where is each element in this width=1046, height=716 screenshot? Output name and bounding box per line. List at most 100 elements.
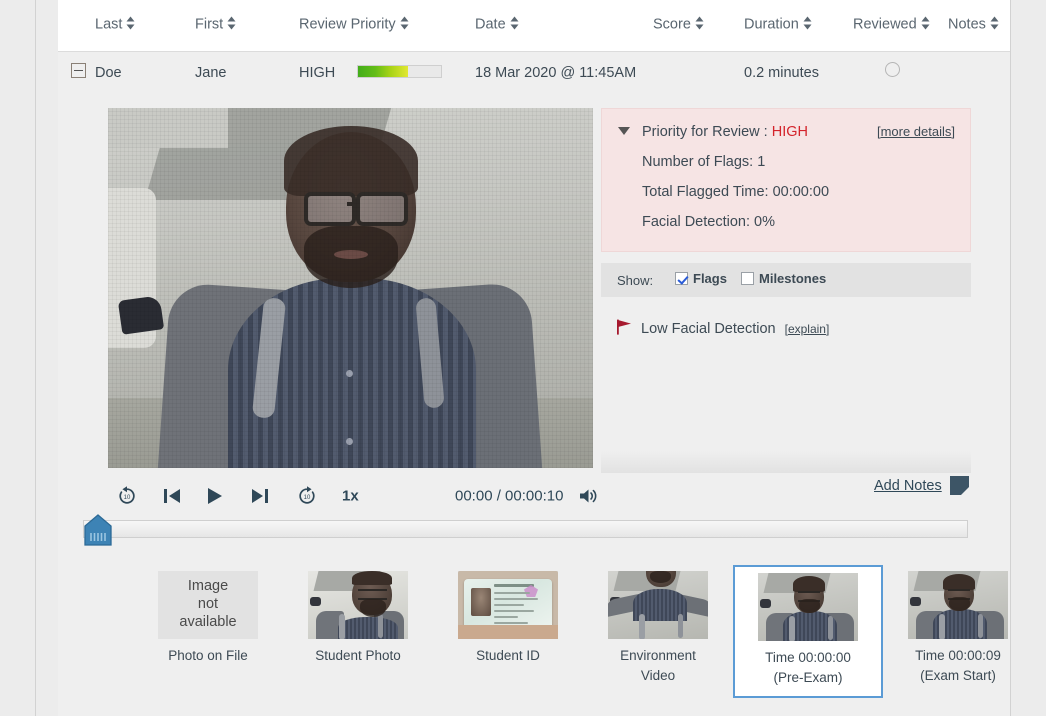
na-line-3: available xyxy=(179,613,237,630)
thumbnail-strip: Image not available Photo on File Studen… xyxy=(83,565,1008,705)
priority-summary-box: Priority for Review : HIGH [more details… xyxy=(601,108,971,252)
expanded-detail-panel: 10 10 1x 00:00 / 00:00:10 Add Notes Prio… xyxy=(58,95,1010,716)
sort-icon[interactable] xyxy=(227,16,236,30)
priority-meter xyxy=(357,65,442,78)
next-icon[interactable] xyxy=(250,487,270,505)
chevron-down-icon[interactable] xyxy=(618,127,630,135)
column-header-score[interactable]: Score xyxy=(653,16,704,33)
video-frame[interactable] xyxy=(108,108,593,468)
priority-for-review-line: Priority for Review : HIGH xyxy=(642,124,808,140)
thumbnail-student-id[interactable]: Student ID xyxy=(433,565,583,672)
cell-date: 18 Mar 2020 @ 11:45AM xyxy=(475,65,637,81)
column-header-review-priority[interactable]: Review Priority xyxy=(299,16,409,33)
thumbnail-environment-video[interactable]: Environment Video xyxy=(583,565,733,693)
flag-name: Low Facial Detection xyxy=(641,320,776,337)
sort-icon[interactable] xyxy=(803,16,812,30)
sort-icon[interactable] xyxy=(990,16,999,30)
column-header-first[interactable]: First xyxy=(195,16,236,33)
thumbnail-image xyxy=(908,571,1008,639)
column-header-notes-label: Notes xyxy=(948,16,986,33)
show-filter-bar: Show: Flags Milestones xyxy=(601,263,971,297)
sort-icon[interactable] xyxy=(510,16,519,30)
thumbnail-caption-line2: (Exam Start) xyxy=(920,668,996,684)
svg-text:10: 10 xyxy=(124,495,131,501)
minus-icon xyxy=(74,69,83,71)
volume-icon[interactable] xyxy=(578,487,598,505)
sort-icon[interactable] xyxy=(126,16,135,30)
thumbnail-photo-on-file[interactable]: Image not available Photo on File xyxy=(133,565,283,672)
thumbnail-caption: Student ID xyxy=(476,648,540,663)
cell-duration: 0.2 minutes xyxy=(744,65,819,81)
flag-list-item[interactable]: Low Facial Detection [explain] xyxy=(617,319,829,338)
sort-icon[interactable] xyxy=(921,16,930,30)
flag-list: Low Facial Detection [explain] xyxy=(601,297,971,473)
video-player: 10 10 1x 00:00 / 00:00:10 xyxy=(108,108,597,505)
more-details-link-text: more details xyxy=(880,124,952,139)
priority-for-review-label: Priority for Review : xyxy=(642,124,768,140)
table-header: Last First Review Priority Date Score Du… xyxy=(58,0,1010,52)
column-header-duration[interactable]: Duration xyxy=(744,16,812,33)
proctoring-review-page: Last First Review Priority Date Score Du… xyxy=(0,0,1046,716)
row-collapse-toggle[interactable] xyxy=(71,63,88,80)
timeline-scrubber-track[interactable] xyxy=(83,520,968,538)
na-line-2: not xyxy=(197,596,219,613)
flag-icon xyxy=(617,319,632,338)
thumbnail-student-photo[interactable]: Student Photo xyxy=(283,565,433,672)
thumbnail-caption: Student Photo xyxy=(315,648,401,663)
cell-priority-label: HIGH xyxy=(299,65,336,81)
column-header-notes[interactable]: Notes xyxy=(948,16,999,33)
na-line-1: Image xyxy=(187,578,229,595)
thumbnail-caption-line2: Video xyxy=(640,668,676,684)
previous-icon[interactable] xyxy=(162,487,182,505)
cell-last-name: Doe xyxy=(95,65,122,81)
thumbnail-pre-exam[interactable]: Time 00:00:00 (Pre-Exam) xyxy=(733,565,883,698)
column-header-first-label: First xyxy=(195,16,224,33)
thumbnail-image xyxy=(308,571,408,639)
flags-checkbox-label: Flags xyxy=(693,271,727,286)
column-header-review-priority-label: Review Priority xyxy=(299,16,396,33)
facial-detection: Facial Detection: 0% xyxy=(642,214,775,230)
thumbnail-caption-line2: (Pre-Exam) xyxy=(773,670,843,686)
thumbnail-exam-start[interactable]: Time 00:00:09 (Exam Start) xyxy=(883,565,1033,693)
reviewed-radio[interactable] xyxy=(885,62,900,77)
thumbnail-caption-line1: Time 00:00:00 xyxy=(765,650,851,665)
milestones-checkbox[interactable]: Milestones xyxy=(741,271,826,286)
timeline-scrubber-handle[interactable] xyxy=(83,514,113,547)
show-label: Show: xyxy=(617,273,654,288)
thumbnail-caption-line1: Time 00:00:09 xyxy=(915,648,1001,663)
thumbnail-caption-line1: Environment xyxy=(620,648,696,663)
rewind-10-icon[interactable]: 10 xyxy=(116,485,138,507)
sort-icon[interactable] xyxy=(400,16,409,30)
checkbox-icon-unchecked xyxy=(741,272,754,285)
checkbox-icon-checked xyxy=(675,272,688,285)
flags-checkbox[interactable]: Flags xyxy=(675,271,727,286)
column-header-last[interactable]: Last xyxy=(95,16,135,33)
image-not-available-placeholder: Image not available xyxy=(158,571,258,639)
add-notes-link[interactable]: Add Notes xyxy=(874,478,942,494)
priority-for-review-value: HIGH xyxy=(771,124,808,140)
explain-link[interactable]: [explain] xyxy=(785,322,830,336)
more-details-link[interactable]: [more details] xyxy=(877,124,955,139)
column-header-date-label: Date xyxy=(475,16,506,33)
number-of-flags: Number of Flags: 1 xyxy=(642,154,766,170)
table-row: Doe Jane HIGH 18 Mar 2020 @ 11:45AM 0.2 … xyxy=(58,52,1010,95)
panel-left-border xyxy=(35,0,36,716)
video-pixelation-overlay xyxy=(108,108,593,468)
column-header-duration-label: Duration xyxy=(744,16,799,33)
review-info-panel: Priority for Review : HIGH [more details… xyxy=(601,108,971,473)
note-icon[interactable] xyxy=(950,476,969,495)
column-header-date[interactable]: Date xyxy=(475,16,519,33)
playback-speed-button[interactable]: 1x xyxy=(342,488,359,505)
panel-bottom-fade xyxy=(601,451,971,473)
play-icon[interactable] xyxy=(206,487,224,505)
column-header-reviewed-label: Reviewed xyxy=(853,16,917,33)
column-header-reviewed[interactable]: Reviewed xyxy=(853,16,930,33)
forward-10-icon[interactable]: 10 xyxy=(296,485,318,507)
column-header-score-label: Score xyxy=(653,16,691,33)
timecode-display: 00:00 / 00:00:10 xyxy=(455,487,564,505)
thumbnail-image xyxy=(608,571,708,639)
student-photo-render xyxy=(308,571,408,639)
player-controls: 10 10 1x 00:00 / 00:00:10 xyxy=(108,476,597,516)
explain-link-text: explain xyxy=(787,321,826,336)
sort-icon[interactable] xyxy=(695,16,704,30)
